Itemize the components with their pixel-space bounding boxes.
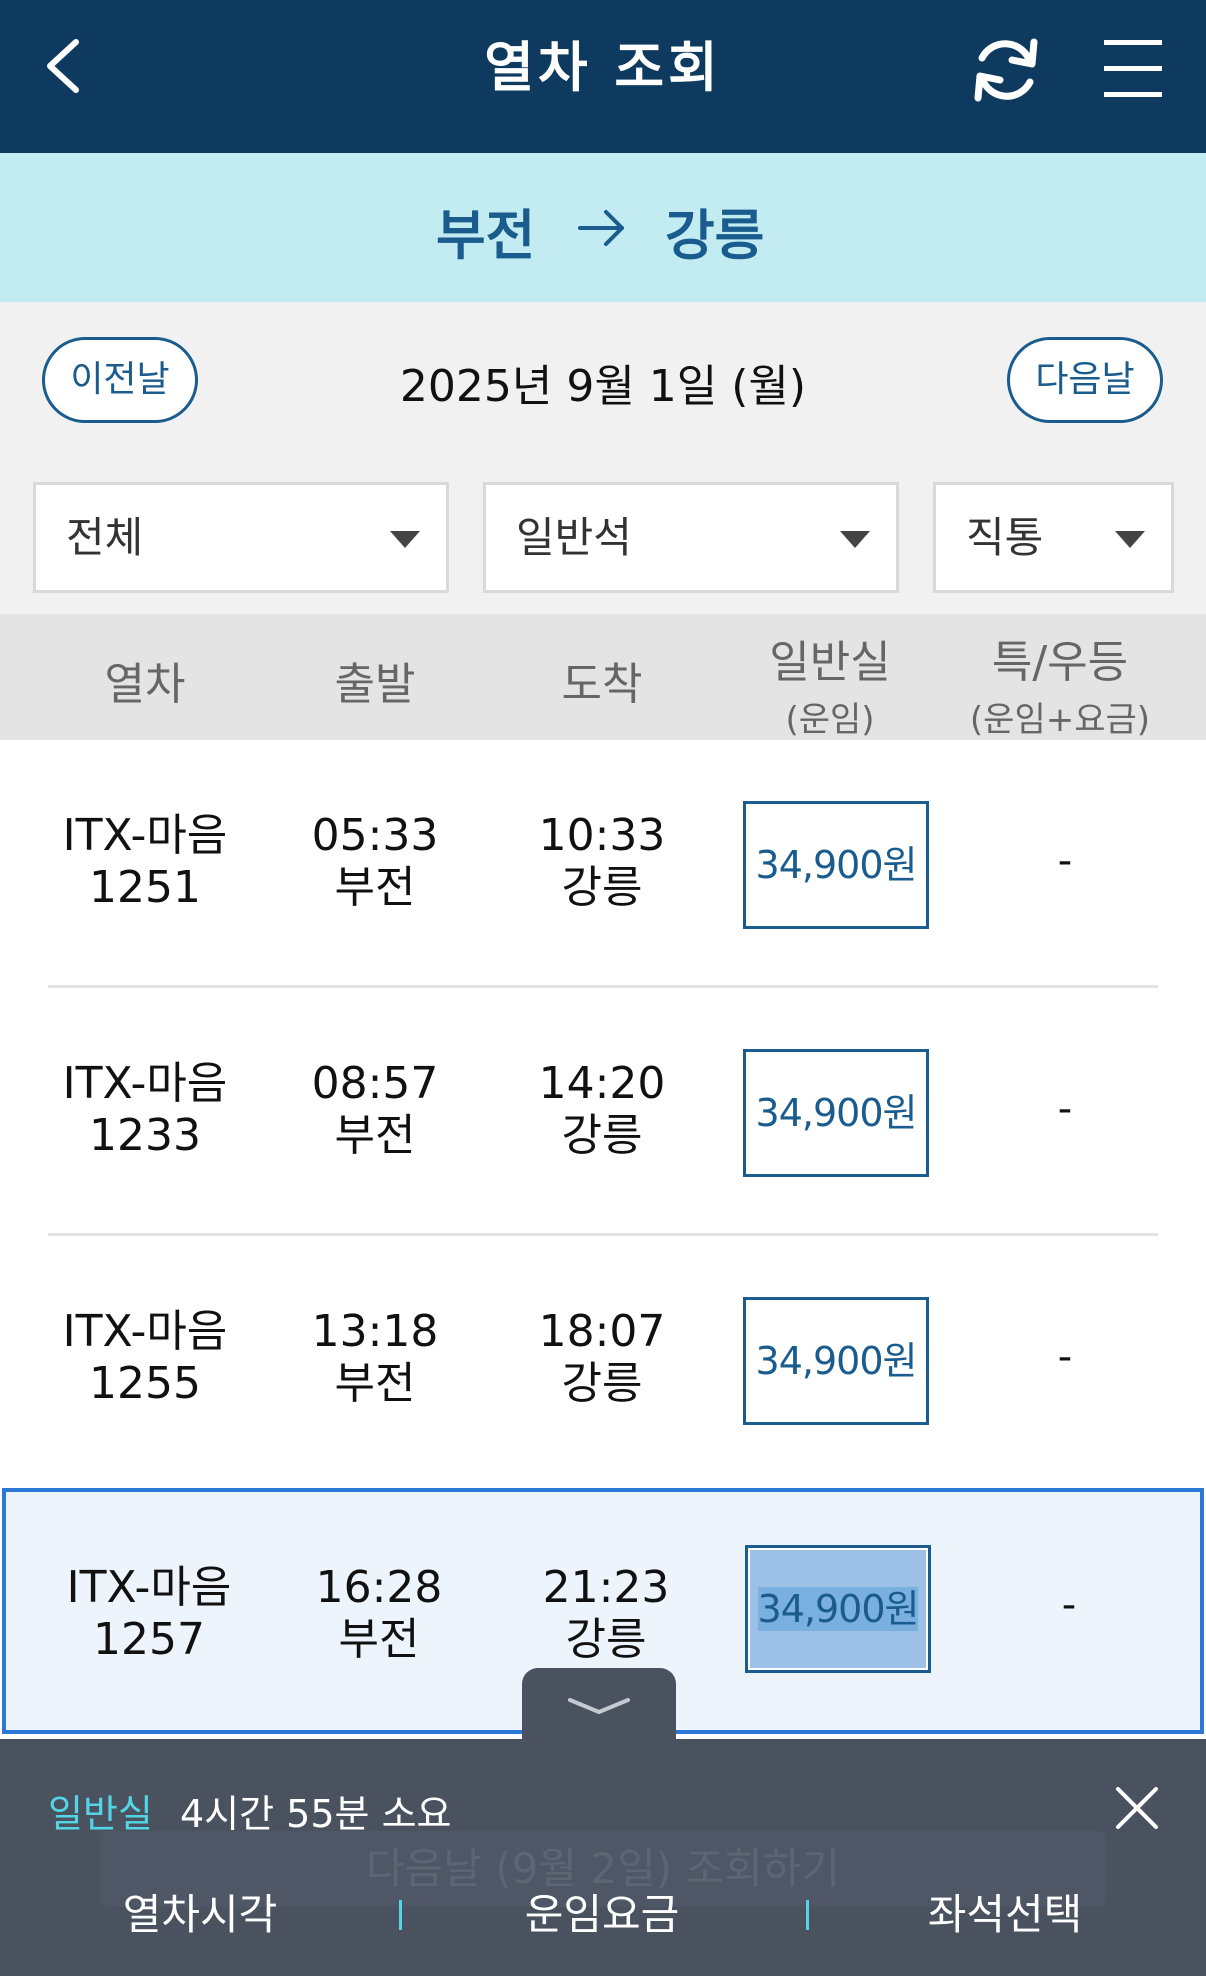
route-banner: 부전 강릉: [0, 153, 1206, 302]
special-fare-cell: -: [1057, 1334, 1073, 1380]
general-fare-button[interactable]: 34,900원: [745, 1545, 931, 1673]
general-fare-button[interactable]: 34,900원: [743, 1049, 929, 1177]
seat-class-label: 일반실: [48, 1792, 153, 1836]
header-general-class: 일반실 (운임): [769, 637, 891, 740]
train-type-value: 전체: [66, 513, 144, 562]
app-header: 열차 조회: [0, 0, 1206, 153]
general-fare-button[interactable]: 34,900원: [743, 801, 929, 929]
prev-day-button[interactable]: 이전날: [42, 337, 198, 423]
table-row[interactable]: ITX-마음 1251 05:33 부전 10:33 강릉 34,900원 -: [0, 740, 1206, 988]
caret-down-icon: [1115, 531, 1145, 548]
departure-cell: 16:28 부전: [315, 1562, 443, 1665]
chevron-down-icon: [568, 1698, 630, 1714]
seat-class-value: 일반석: [516, 513, 632, 562]
arrival-cell: 21:23 강릉: [542, 1562, 670, 1665]
next-day-button[interactable]: 다음날: [1007, 337, 1163, 423]
table-row[interactable]: ITX-마음 1233 08:57 부전 14:20 강릉 34,900원 -: [0, 988, 1206, 1236]
direct-value: 직통: [966, 513, 1044, 562]
arrow-right-icon: [578, 210, 624, 246]
header-train: 열차: [104, 659, 186, 710]
tab-separator: [399, 1900, 402, 1930]
tab-separator: [806, 1900, 809, 1930]
caret-down-icon: [840, 531, 870, 548]
refresh-icon[interactable]: [964, 28, 1048, 112]
header-arrival: 도착: [561, 659, 643, 710]
train-cell: ITX-마음 1255: [62, 1306, 228, 1409]
close-icon[interactable]: [1114, 1785, 1160, 1831]
departure-cell: 05:33 부전: [311, 810, 439, 913]
header-special-class: 특/우등 (운임+요금): [969, 637, 1151, 740]
bottom-tabs: 열차시각 운임요금 좌석선택: [0, 1885, 1206, 1945]
train-cell: ITX-마음 1257: [66, 1562, 232, 1665]
special-fare-cell: -: [1061, 1582, 1077, 1628]
selected-date: 2025년 9월 1일 (월): [399, 361, 807, 412]
travel-duration: 4시간 55분 소요: [180, 1792, 452, 1836]
train-type-select[interactable]: 전체: [33, 482, 449, 593]
date-filter-area: 이전날 2025년 9월 1일 (월) 다음날 전체 일반석 직통: [0, 302, 1206, 614]
bottom-sheet: 다음날 (9월 2일) 조회하기 일반실 4시간 55분 소요 열차시각 운임요…: [0, 1739, 1206, 1976]
arrival-cell: 10:33 강릉: [538, 810, 666, 913]
general-fare-button[interactable]: 34,900원: [743, 1297, 929, 1425]
header-departure: 출발: [334, 659, 416, 710]
tab-fare[interactable]: 운임요금: [452, 1885, 752, 1945]
arrival-cell: 14:20 강릉: [538, 1058, 666, 1161]
table-header: 열차 출발 도착 일반실 (운임) 특/우등 (운임+요금): [0, 614, 1206, 740]
seat-class-select[interactable]: 일반석: [483, 482, 899, 593]
special-fare-cell: -: [1057, 1086, 1073, 1132]
hamburger-menu-icon[interactable]: [1100, 30, 1166, 108]
train-cell: ITX-마음 1251: [62, 810, 228, 913]
caret-down-icon: [390, 531, 420, 548]
arrival-station: 강릉: [665, 204, 765, 267]
departure-cell: 13:18 부전: [311, 1306, 439, 1409]
train-cell: ITX-마음 1233: [62, 1058, 228, 1161]
bottom-sheet-handle[interactable]: [522, 1668, 676, 1746]
arrival-cell: 18:07 강릉: [538, 1306, 666, 1409]
special-fare-cell: -: [1057, 838, 1073, 884]
direct-select[interactable]: 직통: [933, 482, 1174, 593]
departure-station: 부전: [436, 204, 536, 267]
table-row[interactable]: ITX-마음 1255 13:18 부전 18:07 강릉 34,900원 -: [0, 1236, 1206, 1484]
tab-seat-select[interactable]: 좌석선택: [855, 1885, 1155, 1945]
tab-train-time[interactable]: 열차시각: [50, 1885, 350, 1945]
departure-cell: 08:57 부전: [311, 1058, 439, 1161]
